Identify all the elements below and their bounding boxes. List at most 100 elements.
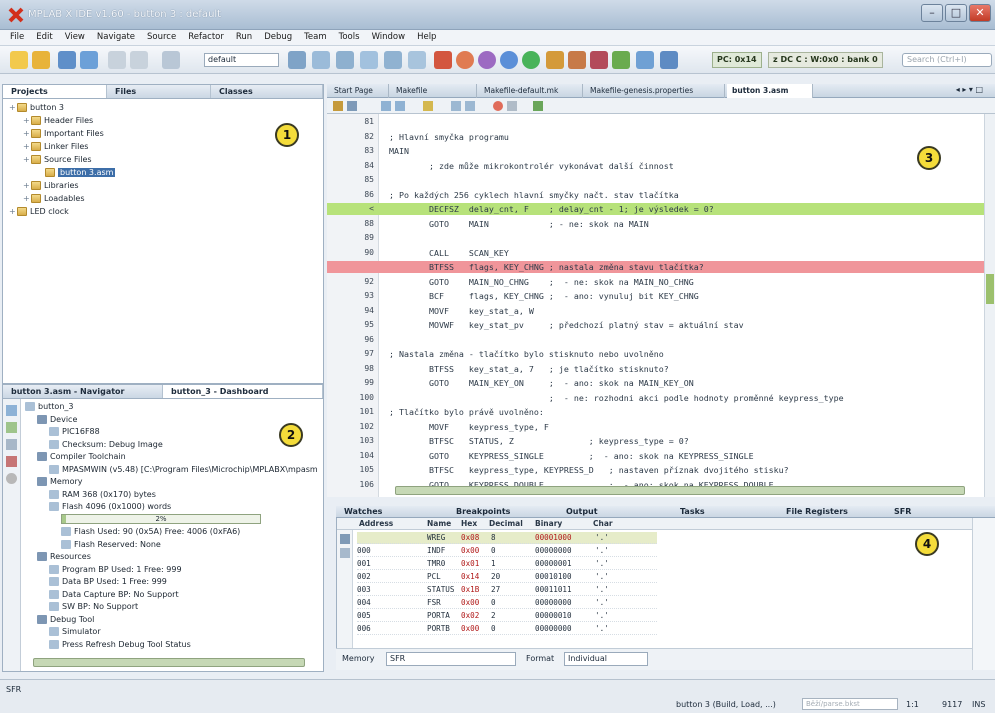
code-line[interactable]: 88 GOTO MAIN ; - ne: skok na MAIN xyxy=(327,218,984,230)
project-tree-item[interactable]: button 3.asm xyxy=(3,166,323,179)
dashboard-item[interactable]: Data Capture BP: No Support xyxy=(23,589,323,602)
expand-icon[interactable]: + xyxy=(23,114,31,127)
dashboard-item[interactable]: Flash Used: 90 (0x5A) Free: 4006 (0xFA6) xyxy=(23,526,323,539)
code-line[interactable]: 95 MOVWF key_stat_pv ; předchozí platný … xyxy=(327,319,984,331)
checksum-icon[interactable] xyxy=(6,473,17,484)
debug-stop-icon[interactable] xyxy=(434,51,452,69)
code-line[interactable]: 101 ; Tlačítko bylo právě uvolněno: xyxy=(327,406,984,418)
code-line[interactable]: 93 BCF flags, KEY_CHNG ; - ano: vynuluj … xyxy=(327,290,984,302)
tab-projects[interactable]: Projects xyxy=(3,85,107,98)
code-line[interactable]: < DECFSZ delay_cnt, F ; delay_cnt - 1; j… xyxy=(327,203,984,216)
project-tree-item[interactable]: + Header Files xyxy=(3,114,323,127)
shift-left-icon[interactable] xyxy=(451,101,461,111)
menu-view[interactable]: View xyxy=(59,30,91,45)
expand-icon[interactable]: + xyxy=(9,101,17,114)
set-pc-icon[interactable] xyxy=(636,51,654,69)
menu-edit[interactable]: Edit xyxy=(30,30,58,45)
refresh-sfr-icon[interactable] xyxy=(340,534,350,544)
source-view-icon[interactable] xyxy=(333,101,343,111)
dashboard-item[interactable]: Device xyxy=(23,414,323,427)
focus-cursor-icon[interactable] xyxy=(660,51,678,69)
sfr-row[interactable]: 004 FSR 0x00 0 00000000 '.' xyxy=(357,597,657,609)
search-input[interactable]: Search (Ctrl+I) xyxy=(902,53,992,67)
dashboard-item[interactable]: 2% xyxy=(23,514,323,527)
col-binary[interactable]: Binary xyxy=(535,519,562,528)
tab-makefile-default[interactable]: Makefile-default.mk xyxy=(479,84,583,98)
sfr-row[interactable]: 003 STATUS 0x1B 27 00011011 '.' xyxy=(357,584,657,596)
sfr-options-icon[interactable] xyxy=(340,548,350,558)
save-all-icon[interactable] xyxy=(80,51,98,69)
tab-start-page[interactable]: Start Page xyxy=(329,84,389,98)
code-line[interactable]: BTFSS flags, KEY_CHNG ; nastala změna st… xyxy=(327,261,984,274)
tab-navigator[interactable]: button 3.asm - Navigator xyxy=(3,385,163,398)
col-hex[interactable]: Hex xyxy=(461,519,477,528)
tab-tasks[interactable]: Tasks xyxy=(676,506,705,516)
code-line[interactable]: 90 CALL SCAN_KEY xyxy=(327,247,984,259)
tab-watches[interactable]: Watches xyxy=(340,506,382,516)
properties-icon[interactable] xyxy=(6,422,17,433)
code-line[interactable]: 83 MAIN xyxy=(327,145,984,157)
step-over-icon[interactable] xyxy=(546,51,564,69)
project-tree-item[interactable]: + Source Files xyxy=(3,153,323,166)
undo-icon[interactable] xyxy=(108,51,126,69)
project-tree-item[interactable]: + Loadables xyxy=(3,192,323,205)
editor-hscrollbar[interactable] xyxy=(395,486,965,495)
macro-stop-icon[interactable] xyxy=(507,101,517,111)
editor-vscrollbar[interactable] xyxy=(984,114,995,497)
pause-icon[interactable] xyxy=(456,51,474,69)
new-project-icon[interactable] xyxy=(10,51,28,69)
code-line[interactable]: 96 xyxy=(327,334,984,346)
dashboard-item[interactable]: Flash 4096 (0x1000) words xyxy=(23,501,323,514)
tab-file-registers[interactable]: File Registers xyxy=(782,506,848,516)
dashboard-item[interactable]: RAM 368 (0x170) bytes xyxy=(23,489,323,502)
tab-breakpoints[interactable]: Breakpoints xyxy=(452,506,510,516)
project-tree-item[interactable]: + Linker Files xyxy=(3,140,323,153)
macro-record-icon[interactable] xyxy=(493,101,503,111)
project-tree-item[interactable]: + Libraries xyxy=(3,179,323,192)
expand-icon[interactable]: + xyxy=(23,192,31,205)
col-char[interactable]: Char xyxy=(593,519,613,528)
dashboard-item[interactable]: Memory xyxy=(23,476,323,489)
tab-sfr[interactable]: SFR xyxy=(890,506,911,516)
code-line[interactable]: 100 ; - ne: rozhodni akci podle hodnoty … xyxy=(327,392,984,404)
project-config-icon[interactable] xyxy=(162,51,180,69)
dashboard-item[interactable]: Debug Tool xyxy=(23,614,323,627)
code-line[interactable]: 97 ; Nastala změna - tlačítko bylo stiskn… xyxy=(327,348,984,360)
run-to-cursor-icon[interactable] xyxy=(612,51,630,69)
find-next-icon[interactable] xyxy=(395,101,405,111)
code-line[interactable]: 104 GOTO KEYPRESS_SINGLE ; - ano: skok n… xyxy=(327,450,984,462)
read-device-icon[interactable] xyxy=(384,51,402,69)
code-line[interactable]: 82 ; Hlavní smyčka programu xyxy=(327,131,984,143)
code-line[interactable]: 86 ; Po každých 256 cyklech hlavní smyčky… xyxy=(327,189,984,201)
tab-classes[interactable]: Classes xyxy=(211,85,323,98)
code-line[interactable]: 92 GOTO MAIN_NO_CHNG ; - ne: skok na MAI… xyxy=(327,276,984,288)
make-program-icon[interactable] xyxy=(360,51,378,69)
redo-icon[interactable] xyxy=(130,51,148,69)
run-icon[interactable] xyxy=(522,51,540,69)
dashboard-item[interactable]: Simulator xyxy=(23,626,323,639)
menu-navigate[interactable]: Navigate xyxy=(91,30,141,45)
code-line[interactable]: 105 BTFSC keypress_type, KEYPRESS_D ; na… xyxy=(327,464,984,476)
new-file-icon[interactable] xyxy=(32,51,50,69)
sfr-row[interactable]: 001 TMR0 0x01 1 00000001 '.' xyxy=(357,558,657,570)
step-into-icon[interactable] xyxy=(568,51,586,69)
dashboard-item[interactable]: SW BP: No Support xyxy=(23,601,323,614)
error-stripe-marker[interactable] xyxy=(986,274,994,304)
dashboard-item[interactable]: MPASMWIN (v5.48) [C:\Program Files\Micro… xyxy=(23,464,323,477)
tab-list-icon[interactable]: ◂ ▸ ▾ □ xyxy=(956,85,983,94)
expand-icon[interactable]: + xyxy=(9,205,17,218)
sfr-row[interactable]: 005 PORTA 0x02 2 00000010 '.' xyxy=(357,610,657,622)
refresh-icon[interactable] xyxy=(6,405,17,416)
dashboard-item[interactable]: Compiler Toolchain xyxy=(23,451,323,464)
menu-tools[interactable]: Tools xyxy=(333,30,366,45)
comment-icon[interactable] xyxy=(533,101,543,111)
code-editor[interactable]: 81 82 ; Hlavní smyčka programu 83 MAIN 84 ; z… xyxy=(327,114,984,497)
code-line[interactable]: 103 BTFSC STATUS, Z ; keypress_type = 0? xyxy=(327,435,984,447)
tab-makefile-genesis[interactable]: Makefile-genesis.properties xyxy=(585,84,725,98)
menu-file[interactable]: File xyxy=(4,30,30,45)
sfr-row[interactable]: 006 PORTB 0x00 0 00000000 '.' xyxy=(357,623,657,635)
code-line[interactable]: 99 GOTO MAIN_KEY_ON ; - ano: skok na MAI… xyxy=(327,377,984,389)
expand-icon[interactable]: + xyxy=(23,179,31,192)
code-line[interactable]: 81 xyxy=(327,116,984,128)
memory-select[interactable]: SFR xyxy=(386,652,516,666)
